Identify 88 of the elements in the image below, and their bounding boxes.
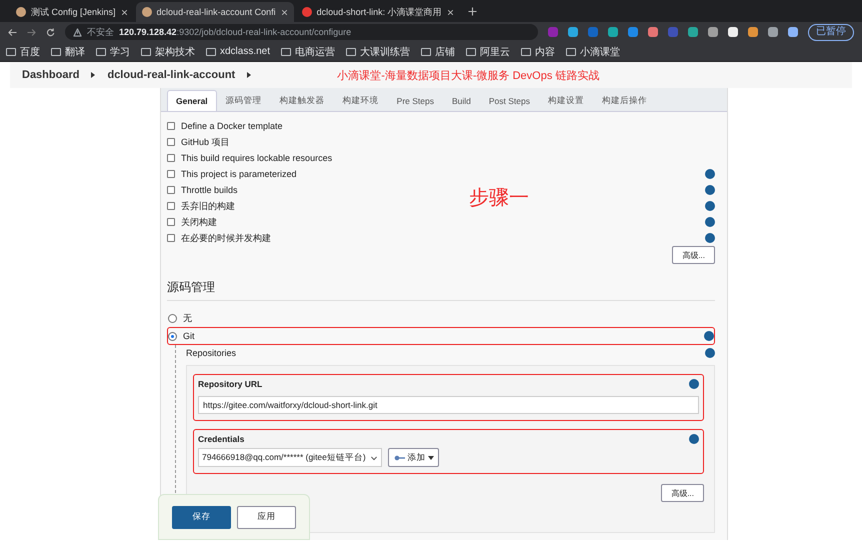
advanced-button[interactable]: 高级... <box>672 246 715 264</box>
config-tab[interactable]: 构建触发器 <box>270 90 334 111</box>
config-tab[interactable]: 源码管理 <box>216 90 271 111</box>
bookmark[interactable]: 架构技术 <box>141 44 195 58</box>
checkbox[interactable] <box>167 154 175 162</box>
checkbox[interactable] <box>167 234 175 242</box>
reload-icon[interactable] <box>46 28 55 36</box>
help-icon[interactable] <box>705 217 715 227</box>
favicon-icon <box>142 7 152 17</box>
bookmark[interactable]: 学习 <box>96 44 130 58</box>
caret-icon[interactable] <box>91 72 96 78</box>
bookmark[interactable]: 百度 <box>6 44 40 58</box>
save-button[interactable]: 保存 <box>172 506 231 528</box>
help-icon[interactable] <box>705 169 715 179</box>
repository-url-field[interactable]: https://gitee.com/waitforxy/dcloud-short-link.git <box>198 396 699 414</box>
radio-button[interactable] <box>168 314 177 322</box>
help-icon[interactable] <box>705 201 715 211</box>
help-icon[interactable] <box>705 185 715 195</box>
radio-button[interactable] <box>168 332 177 340</box>
caret-icon[interactable] <box>247 72 252 78</box>
chevron-down-icon[interactable] <box>370 454 378 462</box>
section-heading: 源码管理 <box>167 279 715 301</box>
browser-tab[interactable]: dcloud-real-link-account Confi <box>136 2 294 22</box>
help-icon[interactable] <box>689 379 699 389</box>
close-icon[interactable] <box>120 8 128 16</box>
option-label: This build requires lockable resources <box>181 153 332 163</box>
option-label: 在必要的时候并发构建 <box>181 232 271 244</box>
tab-title: 测试 Config [Jenkins] <box>31 6 116 18</box>
forward-icon[interactable] <box>27 28 36 36</box>
back-icon[interactable] <box>8 28 17 36</box>
favicon-icon <box>16 7 26 17</box>
config-tab[interactable]: 构建后操作 <box>593 90 656 111</box>
help-icon[interactable] <box>689 434 699 444</box>
address-field[interactable]: 不安全 120.79.128.42:9302/job/dcloud-real-link-account/configure <box>65 24 538 40</box>
config-tab[interactable]: Post Steps <box>480 90 539 111</box>
repositories-label: Repositories <box>186 348 236 358</box>
bookmark[interactable]: 阿里云 <box>466 44 510 58</box>
field-label: Credentials <box>198 434 244 444</box>
field-label: Repository URL <box>198 379 262 389</box>
close-icon[interactable] <box>280 8 288 16</box>
warning-icon[interactable] <box>73 28 82 36</box>
option-label: 丢弃旧的构建 <box>181 200 235 212</box>
tab-title: dcloud-real-link-account Confi <box>156 7 276 17</box>
caret-icon <box>428 456 434 460</box>
checkbox[interactable] <box>167 218 175 226</box>
favicon-icon <box>302 7 312 17</box>
config-tab[interactable]: General <box>167 90 217 111</box>
option-label: GitHub 项目 <box>181 136 230 148</box>
close-icon[interactable] <box>446 8 454 16</box>
help-icon[interactable] <box>705 233 715 243</box>
radio-label: Git <box>183 331 195 341</box>
bookmark[interactable]: xdclass.net <box>206 46 270 57</box>
advanced-button[interactable]: 高级... <box>661 484 704 502</box>
config-tab[interactable]: 构建设置 <box>539 90 593 111</box>
bookmark[interactable]: 店铺 <box>421 44 456 58</box>
config-tab[interactable]: Pre Steps <box>388 90 443 111</box>
url-text: 120.79.128.42:9302/job/dcloud-real-link-account/configure <box>119 27 352 37</box>
checkbox[interactable] <box>167 170 175 178</box>
browser-tab[interactable]: 测试 Config [Jenkins] <box>10 2 134 22</box>
security-label: 不安全 <box>87 26 114 38</box>
annotation-text: 小滴课堂-海量数据项目大课-微服务 DevOps 链路实战 <box>337 68 600 82</box>
config-tab[interactable]: 构建环境 <box>334 90 388 111</box>
browser-tab[interactable]: dcloud-short-link: 小滴课堂商用 <box>296 2 460 22</box>
breadcrumb-link[interactable]: Dashboard <box>22 69 80 81</box>
apply-button[interactable]: 应用 <box>236 506 296 528</box>
key-icon <box>394 454 405 460</box>
radio-label: 无 <box>183 312 192 324</box>
credentials-select[interactable]: 794666918@qq.com/****** (gitee短链平台) <box>198 448 382 467</box>
option-label: This project is parameterized <box>181 169 297 179</box>
option-label: Define a Docker template <box>181 121 283 131</box>
config-tab[interactable]: Build <box>442 90 480 111</box>
checkbox[interactable] <box>167 138 175 146</box>
plus-icon[interactable] <box>468 6 477 16</box>
checkbox[interactable] <box>167 122 175 130</box>
tab-title: dcloud-short-link: 小滴课堂商用 <box>316 6 442 18</box>
bookmark[interactable]: 大课训练营 <box>346 44 410 58</box>
bookmark[interactable]: 电商运营 <box>281 44 336 58</box>
bookmark[interactable]: 小滴课堂 <box>566 44 620 58</box>
bookmark[interactable]: 翻译 <box>51 44 85 58</box>
breadcrumb-link[interactable]: dcloud-real-link-account <box>107 69 236 81</box>
bookmark[interactable]: 内容 <box>521 44 556 58</box>
checkbox[interactable] <box>167 186 175 194</box>
option-label: Throttle builds <box>181 185 238 195</box>
add-button[interactable]: 添加 <box>388 448 439 467</box>
profile-button[interactable]: 已暂停 <box>808 24 854 40</box>
step-text: 步骤一 <box>469 186 529 211</box>
checkbox[interactable] <box>167 202 175 210</box>
option-label: 关闭构建 <box>181 216 217 228</box>
